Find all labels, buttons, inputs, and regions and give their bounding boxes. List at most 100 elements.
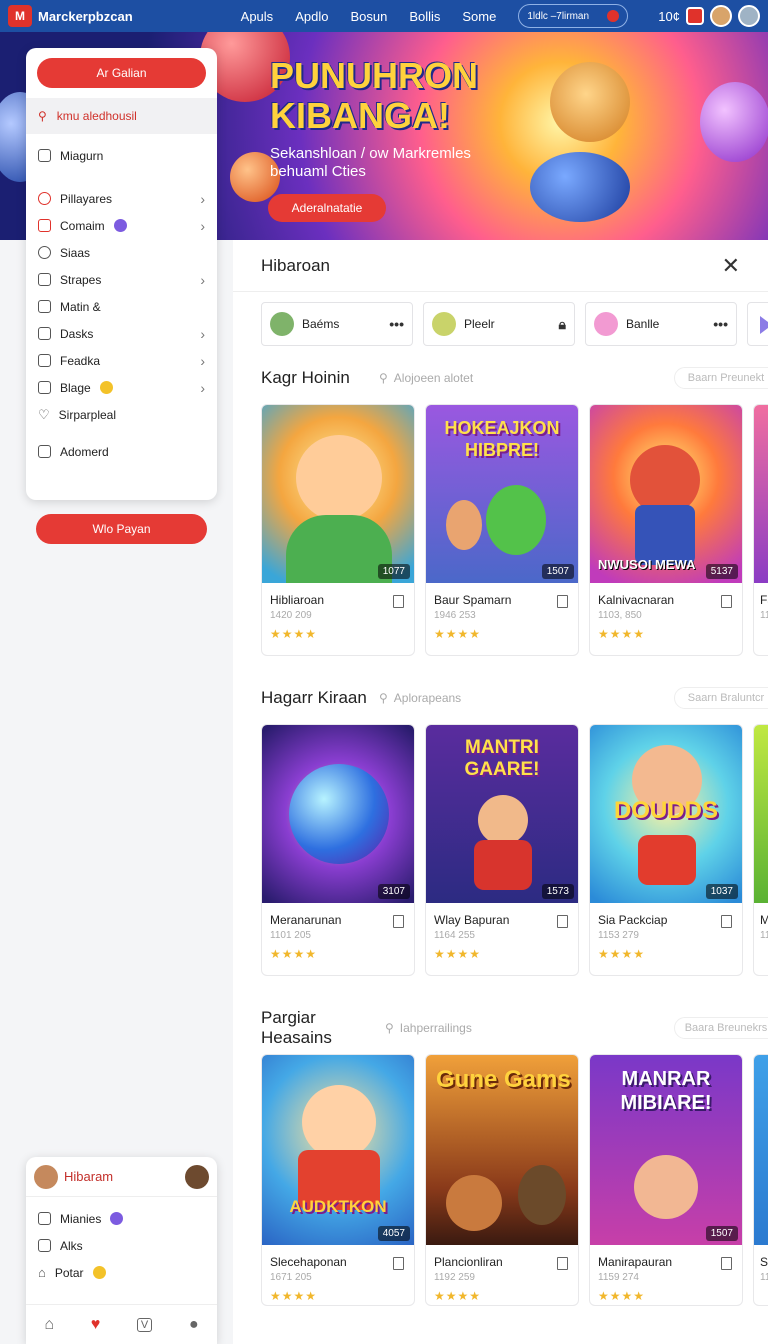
game-card[interactable]: 3107 Meranarunan 1101 205 ★★★★ [261,724,415,976]
game-card[interactable]: 1077 Hibliaroan 1420 209 ★★★★ [261,404,415,656]
target-icon [38,192,51,205]
user-card[interactable]: Baéms ••• [261,302,413,346]
sidebar-item[interactable]: Feadka › [26,347,217,374]
sidebar-search-input[interactable]: ⚲ kmu aledhousil [26,98,217,134]
count-label: 10¢ [658,8,680,24]
badge-icon [110,1212,124,1225]
nav-item[interactable]: Some [462,9,496,24]
avatar [270,312,294,336]
card-title: Ma [760,913,768,927]
profile-icon[interactable]: ● [189,1316,199,1334]
bookmark-icon[interactable] [557,595,568,608]
card-meta: 1671 205 [270,1272,312,1283]
bottom-panel-item[interactable]: Alks [26,1232,217,1259]
section-filter-button[interactable]: Saarn Braluntcr [674,687,768,709]
sidebar-bottom-button[interactable]: Wlo Payan [36,514,207,544]
bottom-panel-item[interactable]: ⌂ Potar [26,1259,217,1286]
sidebar-top-button[interactable]: Ar Galian [37,58,206,88]
home-icon[interactable]: ⌂ [44,1316,54,1334]
bookmark-icon[interactable] [721,595,732,608]
more-icon[interactable]: ••• [389,316,404,332]
game-card[interactable]: AUDKTKON 4057 Slecehaponan 1671 205 ★★★★ [261,1054,415,1306]
game-card[interactable]: NWUSOI MEWA 5137 Kalnivacnaran 1103, 850 ★… [589,404,743,656]
thumb-caption: MANRAR MIBIARE! [620,1068,712,1114]
hero-title: PUNUHRON KIBANGA! [270,56,478,136]
game-card[interactable]: Ma 11 [753,724,768,976]
notification-icon[interactable] [686,7,704,25]
section-search-input[interactable]: ⚲ Iahperrailings [385,1021,472,1035]
sidebar-search-text: kmu aledhousil [56,109,137,123]
avatar[interactable] [185,1164,209,1189]
content-header: Hibaroan ✕ [233,240,768,292]
bookmark-icon[interactable] [393,595,404,608]
bookmark-icon[interactable] [393,915,404,928]
sidebar-item[interactable]: Dasks › [26,320,217,347]
avatar[interactable] [710,5,732,27]
section-filter-button[interactable]: Baarn Preunekt [674,367,768,389]
card-title: Kalnivacnaran [598,593,675,607]
sidebar-item-label: Feadka [60,353,101,368]
user-card[interactable]: Banlle ••• [585,302,737,346]
content-title: Hibaroan [261,255,330,275]
more-icon[interactable]: ••• [713,316,728,332]
bookmark-icon[interactable] [393,1257,404,1270]
play-button[interactable] [747,302,768,346]
sidebar-item-label: Miagurn [60,148,104,163]
search-icon: ⚲ [385,1021,394,1035]
section-search-input[interactable]: ⚲ Alojoeen alotet [379,371,473,385]
rating-stars: ★★★★ [270,627,318,641]
nav-item[interactable]: Apuls [241,9,274,24]
bookmark-icon[interactable] [557,1257,568,1270]
rating-stars: ★★★★ [270,947,318,961]
nav-item[interactable]: Bosun [350,9,387,24]
bookmark-icon[interactable] [557,915,568,928]
bookmark-icon[interactable] [721,915,732,928]
sidebar-item[interactable]: Miagurn [26,142,217,169]
sidebar-item[interactable]: Strapes › [26,266,217,293]
sidebar-item-label: Blage [60,380,91,395]
grid-icon [38,381,51,394]
folder-icon [38,327,51,340]
game-card[interactable]: Far 11 [753,404,768,656]
top-search-input[interactable]: 1ldlc –7lirman [518,4,629,28]
game-card[interactable]: HOKEAJKON HIBPRE! 1507 Baur Spamarn 1946 … [425,404,579,656]
sidebar-item[interactable]: Siaas [26,239,217,266]
game-section: Hagarr Kiraan ⚲ Aplorapeans Saarn Bralunt… [261,684,768,976]
mascot-illustration [520,62,670,222]
game-card[interactable]: MANTRI GAARE! 1573 Wlay Bapuran 1164 255 ★… [425,724,579,976]
sidebar-item[interactable]: Comaim › [26,212,217,239]
bottom-panel-header[interactable]: Hibaram [26,1157,217,1197]
check-box-icon[interactable]: V [136,1317,153,1332]
record-icon[interactable] [607,10,620,22]
sidebar-item[interactable]: Pillayares › [26,185,217,212]
game-card[interactable]: MANRAR MIBIARE! 1507 Manirapauran 1159 27… [589,1054,743,1306]
sidebar-item-label: Comaim [60,218,105,233]
section-filter-button[interactable]: Baara Breunekrs [674,1017,768,1039]
sidebar-item[interactable]: Blage › [26,374,217,401]
lock-icon[interactable]: 🔒︎ [559,316,566,333]
avatar[interactable] [738,5,760,27]
section-search-input[interactable]: ⚲ Aplorapeans [379,691,461,705]
card-title: Baur Spamarn [434,593,512,607]
clock-icon [38,246,51,259]
card-meta: 1192 259 [434,1272,475,1283]
game-card[interactable]: DOUDDS 1037 Sia Packciap 1153 279 ★★★★ [589,724,743,976]
sidebar-item[interactable]: ♡ Sirparpleal [26,401,217,428]
card-title: Plancionliran [434,1255,503,1269]
nav-item[interactable]: Apdlo [295,9,328,24]
nav-item[interactable]: Bollis [409,9,440,24]
sidebar-item[interactable]: Adomerd [26,438,217,465]
game-card[interactable]: Sai 11 [753,1054,768,1306]
heart-icon[interactable]: ♥ [91,1316,101,1334]
user-card[interactable]: Pleelr 🔒︎ [423,302,575,346]
user-row: Baéms ••• Pleelr 🔒︎ Banlle ••• [261,302,768,346]
sidebar-item[interactable]: Matin & [26,293,217,320]
hero-cta-button[interactable]: Aderalnatatie [268,194,386,222]
close-icon[interactable]: ✕ [722,253,740,279]
bottom-panel-item[interactable]: Mianies [26,1205,217,1232]
brand[interactable]: M Marckerpbzcan [8,5,133,27]
bookmark-icon[interactable] [721,1257,732,1270]
hero-subtitle: Sekanshloan / ow Markremles behuaml Ctie… [270,145,471,180]
game-card[interactable]: Gune Gams Plancionliran 1192 259 ★★★★ [425,1054,579,1306]
balloon-icon [700,82,768,162]
